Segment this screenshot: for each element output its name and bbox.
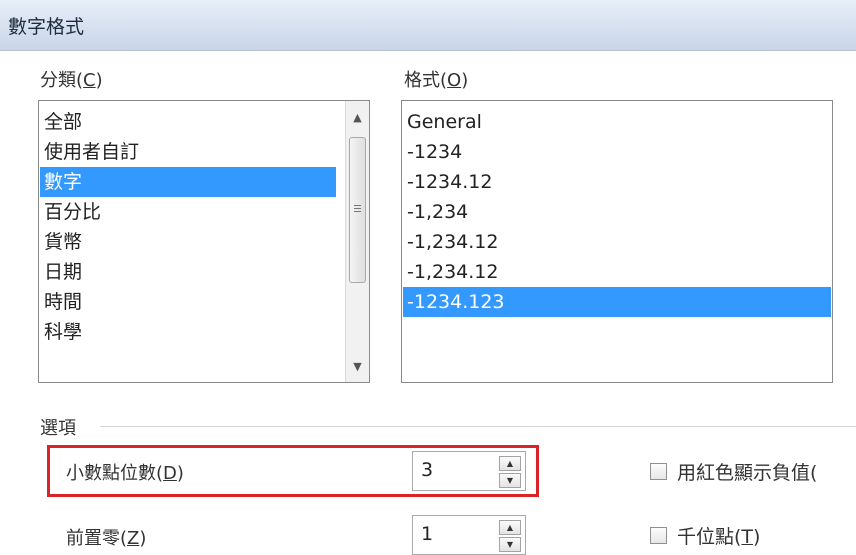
negative-red-checkbox[interactable]: 用紅色顯示負值( [650, 458, 817, 485]
category-list-item[interactable]: 數字 [40, 167, 336, 197]
leading-zeros-spinner[interactable]: 1 ▲ ▼ [412, 515, 526, 555]
leading-zeros-label: 前置零(Z) [66, 528, 147, 549]
category-list-item[interactable]: 時間 [40, 287, 336, 317]
format-list-item[interactable]: -1,234.12 [403, 227, 831, 257]
category-scrollbar[interactable]: ▲ ▼ [345, 101, 369, 382]
checkbox-unchecked-icon[interactable] [650, 463, 667, 480]
category-list-item[interactable]: 日期 [40, 257, 336, 287]
checkbox-unchecked-icon[interactable] [650, 527, 667, 544]
options-group-label: 選項 [40, 418, 76, 439]
format-list-item[interactable]: General [403, 107, 831, 137]
spin-up-icon[interactable]: ▲ [499, 456, 521, 471]
dialog-titlebar: 數字格式 [0, 0, 856, 51]
format-label: 格式(O) [404, 70, 469, 91]
thousands-separator-checkbox[interactable]: 千位點(T) [650, 522, 760, 549]
scroll-thumb[interactable] [349, 137, 366, 283]
format-list-item[interactable]: -1234 [403, 137, 831, 167]
category-list-item[interactable]: 全部 [40, 107, 336, 137]
spin-up-icon[interactable]: ▲ [499, 520, 521, 535]
scroll-up-arrow-icon[interactable]: ▲ [346, 107, 369, 129]
category-list-item[interactable]: 貨幣 [40, 227, 336, 257]
scroll-down-arrow-icon[interactable]: ▼ [346, 356, 369, 378]
format-list-item[interactable]: -1,234 [403, 197, 831, 227]
format-listbox[interactable]: General -1234 -1234.12 -1,234 -1,234.12 -1,23… [401, 100, 833, 383]
spin-down-icon[interactable]: ▼ [499, 537, 521, 552]
category-list-item[interactable]: 百分比 [40, 197, 336, 227]
category-list-item[interactable]: 科學 [40, 317, 336, 347]
decimal-places-spinner[interactable]: 3 ▲ ▼ [412, 451, 526, 491]
category-list-item[interactable]: 使用者自訂 [40, 137, 336, 167]
decimal-places-label: 小數點位數(D) [66, 463, 184, 484]
format-list-item[interactable]: -1234.12 [403, 167, 831, 197]
leading-zeros-value[interactable]: 1 [421, 523, 433, 545]
format-list-item[interactable]: -1,234.12 [403, 257, 831, 287]
dialog-title: 數字格式 [8, 16, 85, 38]
options-separator [100, 426, 856, 427]
format-list-item[interactable]: -1234.123 [403, 287, 831, 317]
category-listbox[interactable]: 全部 使用者自訂 數字 百分比 貨幣 日期 時間 科學 ▲ ▼ [38, 100, 370, 383]
category-label: 分類(C) [40, 70, 103, 91]
spin-down-icon[interactable]: ▼ [499, 473, 521, 488]
decimal-places-value[interactable]: 3 [421, 459, 433, 481]
